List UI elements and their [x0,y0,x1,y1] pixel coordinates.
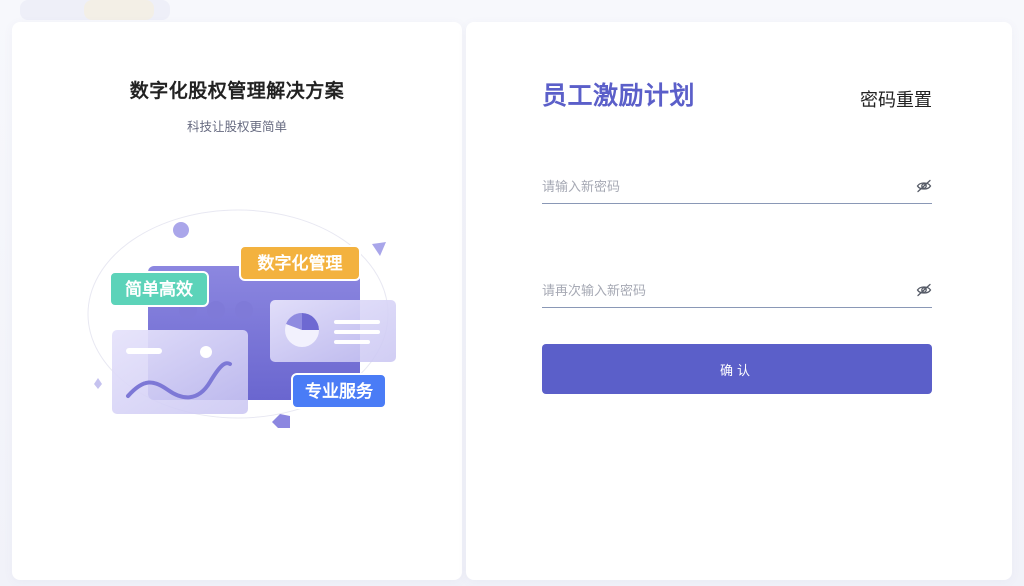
floating-circle [173,222,189,238]
page: 数字化股权管理解决方案 科技让股权更简单 简单高效 数字化管理 专业服务 员工激… [0,0,1024,586]
floating-diamond [94,378,102,389]
tag-digital-label: 数字化管理 [258,253,343,274]
brand-tagline: 科技让股权更简单 [186,119,287,134]
page-title: 密码重置 [860,90,932,111]
floating-triangle [372,242,386,256]
brand-headline: 数字化股权管理解决方案 [129,80,345,102]
tag-service-label: 专业服务 [305,381,374,402]
confirm-password-field [542,273,932,308]
confirm-button[interactable]: 确认 [542,344,932,394]
new-password-input[interactable] [542,175,902,199]
reset-form-panel: 员工激励计划 密码重置 确认 [466,22,1012,580]
eye-off-icon[interactable] [916,179,932,193]
brand-illustration: 简单高效 数字化管理 专业服务 [87,209,396,428]
eye-off-icon[interactable] [916,283,932,297]
floating-pentagon [272,414,290,428]
new-password-field [542,169,932,204]
background-decoration [84,0,154,20]
line-chart-card [112,330,248,414]
product-title: 员工激励计划 [542,81,696,110]
confirm-password-input[interactable] [542,279,902,303]
tag-simple-label: 简单高效 [125,279,193,300]
brand-panel: 数字化股权管理解决方案 科技让股权更简单 简单高效 数字化管理 专业服务 [12,22,462,580]
